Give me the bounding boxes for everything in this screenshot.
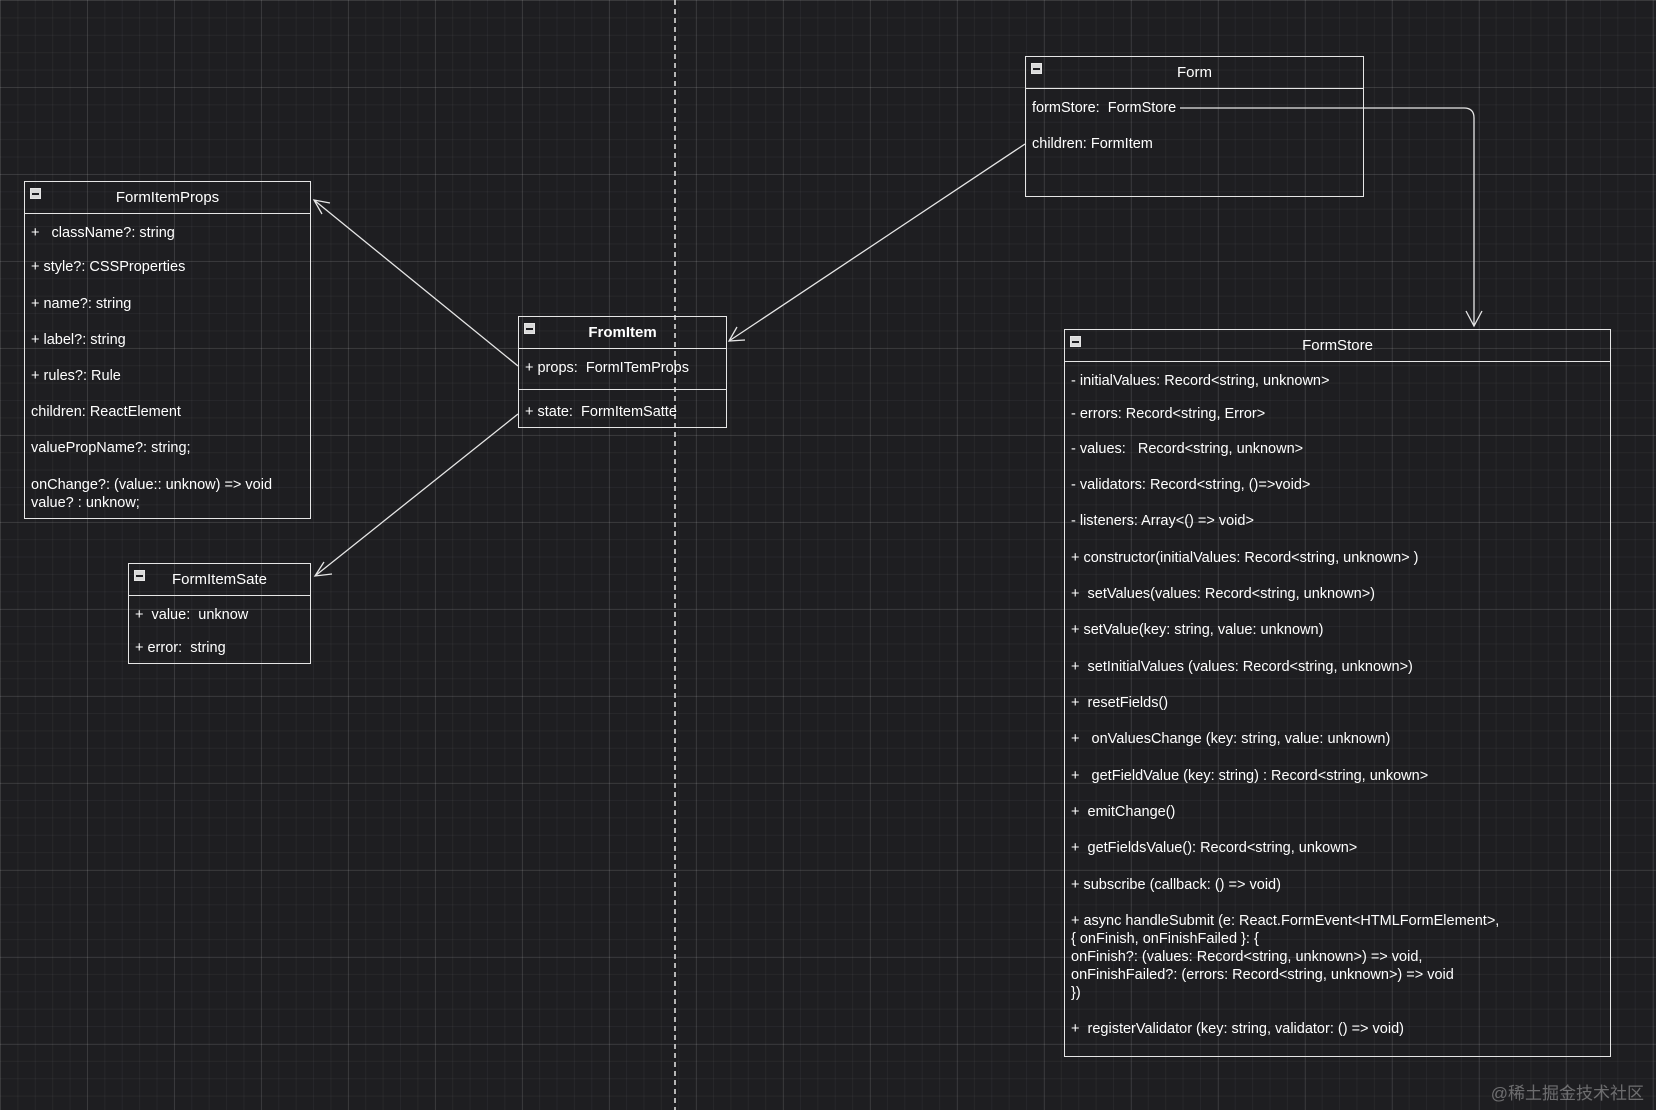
class-member: { onFinish, onFinishFailed }: { [1071,931,1259,947]
class-field: + label?: string [31,332,126,348]
class-field: + error: string [135,640,226,656]
class-member: + setValues(values: Record<string, unkno… [1071,586,1375,602]
class-member: + getFieldValue (key: string) : Record<s… [1071,768,1429,784]
class-member: }) [1071,985,1081,1001]
class-member: + subscribe (callback: () => void) [1071,877,1281,893]
class-member: - validators: Record<string, ()=>void> [1071,477,1311,493]
class-formitemsate[interactable]: FormItemSate + value: unknow + error: st… [128,563,311,664]
collapse-icon[interactable] [1070,336,1081,347]
collapse-icon[interactable] [30,188,41,199]
class-form[interactable]: Form formStore: FormStore children: Form… [1025,56,1364,197]
class-field: onChange?: (value:: unknow) => void [31,477,273,493]
arrow-form-to-fromitem [727,143,1026,342]
class-field: + name?: string [31,296,132,312]
class-field: + className?: string [31,225,175,241]
class-field: children: FormItem [1032,136,1153,152]
class-member: + onValuesChange (key: string, value: un… [1071,731,1391,747]
class-field: + rules?: Rule [31,368,121,384]
arrow-fromitem-to-sate [313,413,519,577]
class-formitemsate-title: FormItemSate [171,571,268,588]
class-member: + resetFields() [1071,695,1169,711]
class-member: + registerValidator (key: string, valida… [1071,1021,1404,1037]
class-field: valuePropName?: string; [31,440,191,456]
class-field: children: ReactElement [31,404,181,420]
section-divider [519,389,726,390]
class-member: + emitChange() [1071,804,1176,820]
class-member: - listeners: Array<() => void> [1071,513,1254,529]
class-member: + constructor(initialValues: Record<stri… [1071,550,1419,566]
class-formstore-header: FormStore [1065,330,1610,362]
class-field: + style?: CSSProperties [31,259,186,275]
class-field: + value: unknow [135,607,249,623]
class-fromitem-header: FromItem [519,317,726,349]
class-field: + props: FormITemProps [525,360,689,376]
class-field: value? : unknow; [31,495,140,511]
watermark: @稀土掘金技术社区 [1490,1084,1644,1103]
class-member: - errors: Record<string, Error> [1071,406,1266,422]
class-member: + getFieldsValue(): Record<string, unkow… [1071,840,1358,856]
arrow-fromitem-to-props [312,199,519,367]
class-member: + setInitialValues (values: Record<strin… [1071,659,1413,675]
class-formitemprops[interactable]: FormItemProps + className?: string + sty… [24,181,311,519]
collapse-icon[interactable] [524,323,535,334]
class-field: formStore: FormStore [1032,100,1177,116]
class-formstore[interactable]: FormStore - initialValues: Record<string… [1064,329,1611,1057]
class-member: + setValue(key: string, value: unknown) [1071,622,1324,638]
class-member: onFinishFailed?: (errors: Record<string,… [1071,967,1454,983]
class-form-header: Form [1026,57,1363,89]
class-fromitem-title: FromItem [588,324,657,341]
class-form-title: Form [1177,64,1212,81]
class-formstore-title: FormStore [1302,337,1373,354]
collapse-icon[interactable] [1031,63,1042,74]
class-member: - initialValues: Record<string, unknown> [1071,373,1330,389]
class-member: + async handleSubmit (e: React.FormEvent… [1071,913,1500,929]
class-formitemprops-title: FormItemProps [115,189,220,206]
class-formitemprops-header: FormItemProps [25,182,310,214]
collapse-icon[interactable] [134,570,145,581]
class-formitemsate-header: FormItemSate [129,564,310,596]
class-field: + state: FormItemSatte [525,404,677,420]
class-member: onFinish?: (values: Record<string, unkno… [1071,949,1423,965]
class-member: - values: Record<string, unknown> [1071,441,1304,457]
class-fromitem[interactable]: FromItem + props: FormITemProps + state:… [518,316,727,428]
